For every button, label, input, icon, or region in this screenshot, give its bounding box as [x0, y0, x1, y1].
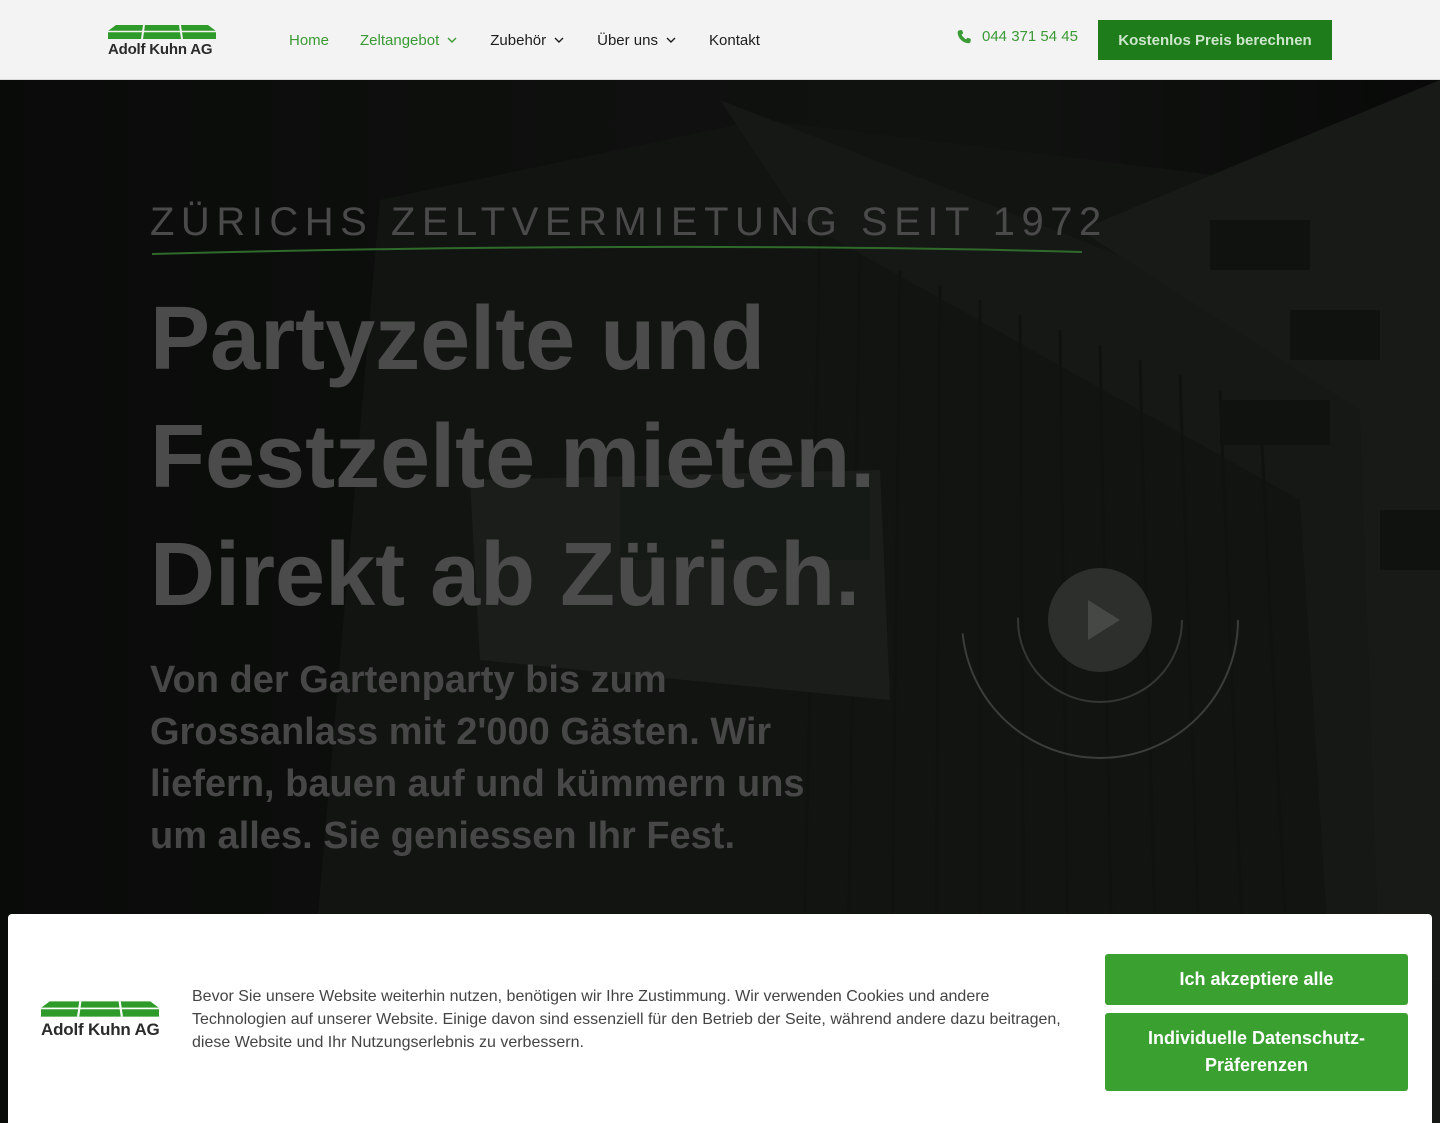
chevron-down-icon — [447, 37, 457, 43]
cookie-logo: Adolf Kuhn AG — [41, 1000, 161, 1040]
price-calculator-button[interactable]: Kostenlos Preis berechnen — [1098, 20, 1332, 60]
logo-text: Adolf Kuhn AG — [41, 1020, 160, 1039]
main-nav: Home Zeltangebot Zubehör Über uns Kontak… — [289, 30, 791, 50]
nav-item-label: Über uns — [597, 31, 658, 49]
cookie-consent-banner: Adolf Kuhn AG Bevor Sie unsere Website w… — [8, 914, 1432, 1123]
tent-logo-icon — [108, 24, 216, 40]
chevron-down-icon — [554, 37, 564, 43]
nav-item-home[interactable]: Home — [289, 32, 329, 49]
play-video-button[interactable] — [960, 480, 1240, 760]
nav-item-label: Kontakt — [709, 31, 760, 49]
logo-text: Adolf Kuhn AG — [108, 41, 213, 58]
phone-number: 044 371 54 45 — [982, 28, 1078, 45]
logo[interactable]: Adolf Kuhn AG — [108, 24, 218, 58]
nav-item-label: Zubehör — [490, 31, 547, 49]
nav-item-ueber-uns[interactable]: Über uns — [597, 32, 678, 49]
chevron-down-icon — [666, 37, 676, 43]
hero-subhead: Von der Gartenparty bis zum Grossanlass … — [150, 659, 805, 857]
tent-logo-icon — [41, 1001, 159, 1017]
hero-headline-line: Direkt ab Zürich. — [150, 525, 861, 625]
site-header: Adolf Kuhn AG Home Zeltangebot Zubehör Ü… — [0, 0, 1440, 80]
hero-headline: Partyzelte und Festzelte mieten. Direkt … — [150, 280, 950, 634]
nav-item-zubehoer[interactable]: Zubehör — [490, 32, 566, 49]
cookie-message: Bevor Sie unsere Website weiterhin nutze… — [192, 988, 1061, 1051]
nav-item-label: Home — [289, 31, 330, 49]
nav-item-kontakt[interactable]: Kontakt — [709, 32, 760, 49]
hero-eyebrow: ZÜRICHS ZELTVERMIETUNG SEIT 1972 — [150, 200, 1108, 244]
phone-icon — [957, 29, 971, 43]
eyebrow-underline — [151, 245, 1083, 255]
hero-headline-line: Partyzelte und — [150, 289, 766, 389]
privacy-preferences-button[interactable]: Individuelle Datenschutz-Präferenzen — [1105, 1013, 1408, 1091]
nav-item-zeltangebot[interactable]: Zeltangebot — [360, 32, 459, 49]
accept-all-button[interactable]: Ich akzeptiere alle — [1105, 954, 1408, 1005]
hero-headline-line: Festzelte mieten. — [150, 407, 876, 507]
nav-item-label: Zeltangebot — [360, 31, 440, 49]
phone-link[interactable]: 044 371 54 45 — [956, 28, 1078, 45]
